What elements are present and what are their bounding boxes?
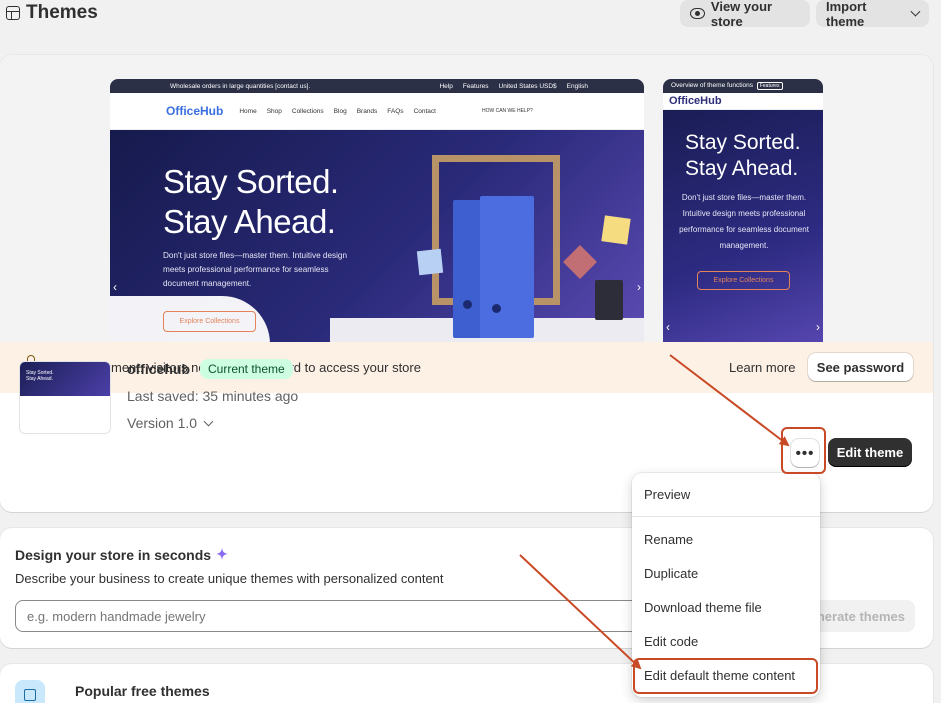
chevron-down-icon xyxy=(910,6,921,17)
sticky-note xyxy=(563,245,597,279)
ai-design-description: Describe your business to create unique … xyxy=(15,571,444,586)
pen-cup-illustration xyxy=(595,280,623,320)
ai-design-title-wrap: Design your store in seconds ✦ xyxy=(15,546,228,563)
popular-themes-title: Popular free themes xyxy=(75,683,210,699)
import-theme-button[interactable]: Import theme xyxy=(816,0,929,29)
top-link-features: Features xyxy=(462,82,489,90)
ai-design-title: Design your store in seconds xyxy=(15,546,212,563)
thumbnail-hero: Stay Sorted. Stay Ahead. xyxy=(20,362,110,396)
current-theme-badge: Current theme xyxy=(200,359,293,379)
menu-item-rename[interactable]: Rename xyxy=(644,532,693,547)
top-link-currency: United States USD$ xyxy=(498,82,557,90)
contact-text: HOW CAN WE HELP? xyxy=(481,108,533,114)
business-description-input[interactable] xyxy=(15,600,655,632)
sparkle-icon: ✦ xyxy=(216,546,228,562)
top-links: Help Features United States USD$ English xyxy=(439,83,588,90)
version-selector[interactable]: Version 1.0 xyxy=(127,415,214,431)
sticky-note xyxy=(601,215,631,245)
binder-ring xyxy=(492,304,501,313)
menu-item-preview[interactable]: Preview xyxy=(644,487,690,502)
nav-contact: Contact xyxy=(413,107,436,115)
chevron-down-icon xyxy=(203,416,214,426)
desktop-hero: Stay Sorted. Stay Ahead. Don't just stor… xyxy=(110,130,644,344)
mobile-hero: Stay Sorted. Stay Ahead. Don't just stor… xyxy=(663,110,823,344)
page-title: Themes xyxy=(26,2,98,23)
mobile-preview: Overview of theme functions Features Off… xyxy=(663,79,823,344)
mobile-top-bar: Overview of theme functions Features xyxy=(663,79,823,93)
hero-subtext: Don't just store files—master them. Intu… xyxy=(163,251,348,288)
mobile-headline: Stay Sorted. Stay Ahead. xyxy=(685,131,801,180)
themes-icon xyxy=(6,6,20,20)
menu-item-edit-code[interactable]: Edit code xyxy=(644,634,698,649)
nav-faqs: FAQs xyxy=(387,107,404,115)
nav-blog: Blog xyxy=(333,107,347,115)
mobile-logo: OfficeHub xyxy=(669,95,722,107)
desktop-preview: Wholesale orders in large quantities [co… xyxy=(110,79,644,344)
chevron-left-icon: ‹ xyxy=(113,280,117,294)
nav-collections: Collections xyxy=(291,107,324,115)
nav-shop: Shop xyxy=(266,107,282,115)
chevron-right-icon: › xyxy=(816,320,820,334)
see-password-button[interactable]: See password xyxy=(808,353,913,381)
store-logo: OfficeHub xyxy=(166,104,224,118)
menu-item-duplicate[interactable]: Duplicate xyxy=(644,566,698,581)
highlight-box xyxy=(781,427,826,474)
learn-more-link[interactable]: Learn more xyxy=(729,360,795,375)
theme-store-icon xyxy=(15,680,45,703)
mobile-subtext: Don't just store files—master them. Intu… xyxy=(679,193,809,250)
page-header: Themes View your store Import theme xyxy=(0,0,941,34)
menu-divider xyxy=(632,516,820,517)
nav-brands: Brands xyxy=(356,107,378,115)
mobile-top-badge: Features xyxy=(756,82,783,90)
title-wrap: Themes xyxy=(6,2,98,24)
binder-illustration xyxy=(480,196,534,338)
announcement-text: Wholesale orders in large quantities [co… xyxy=(170,82,311,90)
hero-cta: Explore Collections xyxy=(163,311,256,332)
sticky-note xyxy=(416,248,444,276)
eye-icon xyxy=(690,8,705,19)
mobile-nav: OfficeHub xyxy=(663,93,823,110)
highlight-box xyxy=(633,658,818,694)
hero-headline: Stay Sorted. Stay Ahead. xyxy=(163,163,339,240)
chevron-left-icon: ‹ xyxy=(666,320,670,334)
theme-name: officehub xyxy=(127,361,190,377)
menu-item-download[interactable]: Download theme file xyxy=(644,600,762,615)
binder-illustration xyxy=(453,200,483,338)
last-saved-text: Last saved: 35 minutes ago xyxy=(127,388,299,404)
edit-theme-button[interactable]: Edit theme xyxy=(828,438,912,467)
nav-home: Home xyxy=(239,107,257,115)
top-link-language: English xyxy=(566,82,588,90)
theme-thumbnail[interactable]: Stay Sorted. Stay Ahead. xyxy=(19,361,111,434)
announcement-bar: Wholesale orders in large quantities [co… xyxy=(110,79,644,93)
mobile-cta: Explore Collections xyxy=(697,271,790,290)
binder-ring xyxy=(463,300,472,309)
version-label: Version 1.0 xyxy=(127,415,198,431)
theme-preview-area[interactable]: Wholesale orders in large quantities [co… xyxy=(0,55,933,344)
desktop-nav: OfficeHub Home Shop Collections Blog Bra… xyxy=(110,93,644,130)
top-link-help: Help xyxy=(439,82,453,90)
view-store-label: View your store xyxy=(710,0,773,29)
chevron-right-icon: › xyxy=(637,280,641,294)
view-store-button[interactable]: View your store xyxy=(680,0,810,29)
import-theme-label: Import theme xyxy=(826,0,867,29)
mobile-top-text: Overview of theme functions xyxy=(671,82,754,89)
